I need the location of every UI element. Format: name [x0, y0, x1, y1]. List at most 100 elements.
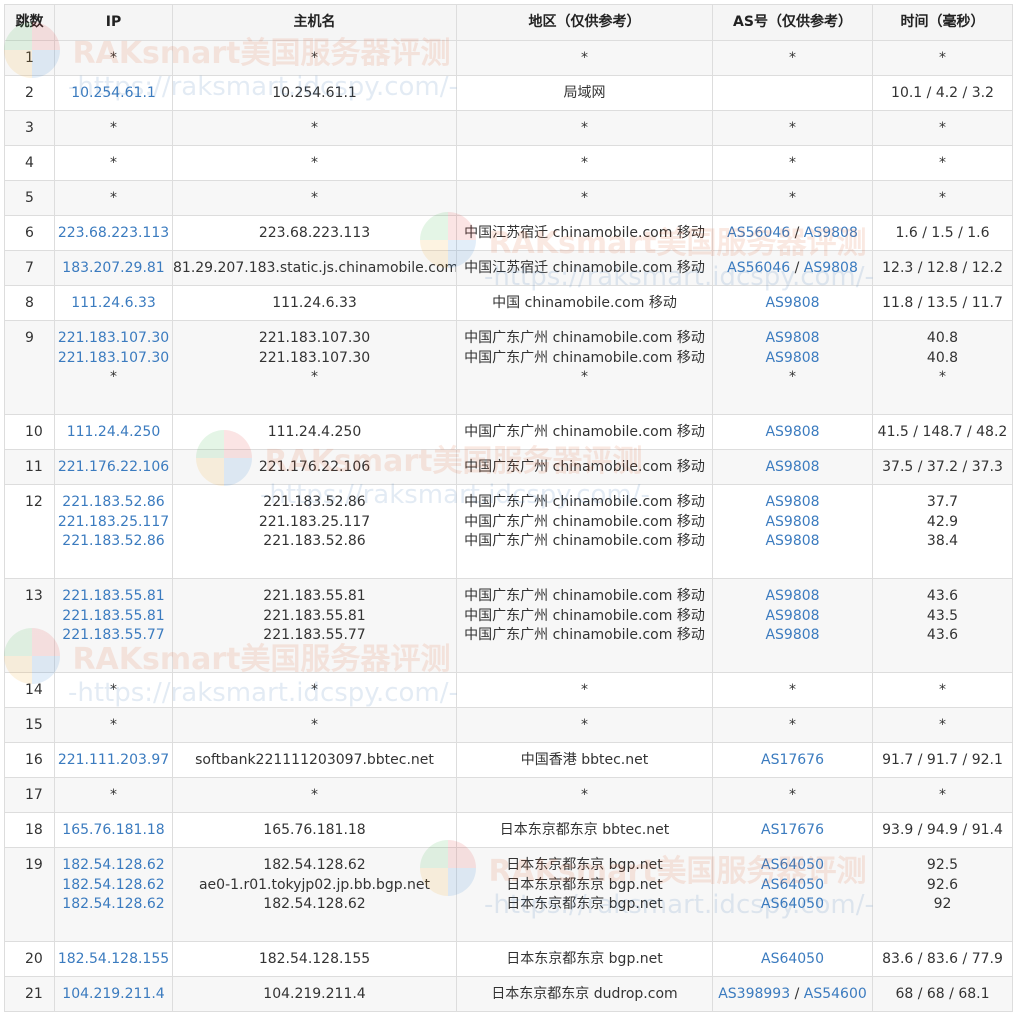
table-row: 1 * * * * * — [4, 40, 1013, 76]
ip-link[interactable]: 183.207.29.81 — [56, 259, 172, 279]
region-cell: * — [456, 110, 713, 146]
as-link[interactable]: AS64050 — [761, 896, 824, 912]
hop-number: 13 — [25, 588, 43, 604]
time-text: 92.6 — [926, 876, 959, 893]
region-cell: 中国 chinamobile.com 移动 — [456, 285, 713, 321]
ip-link[interactable]: 10.254.61.1 — [56, 84, 172, 104]
as-link[interactable]: AS9808 — [765, 350, 819, 366]
table-row: 11 221.176.22.106 221.176.22.106 中国广东广州 chi… — [4, 449, 1013, 485]
hostname-cell: * — [172, 672, 457, 708]
as-link[interactable]: AS9808 — [765, 330, 819, 346]
ip-link[interactable]: 221.183.52.86 — [56, 532, 172, 552]
ip-link[interactable]: 111.24.4.250 — [56, 423, 172, 443]
ip-link[interactable]: 221.183.55.81 — [56, 607, 172, 627]
ip-link[interactable]: 221.183.52.86 — [56, 493, 172, 513]
table-row: 17 * * * * * — [4, 777, 1013, 813]
hostname-text: 221.183.52.86 — [263, 533, 366, 549]
region-text: 中国江苏宿迁 chinamobile.com 移动 — [464, 225, 705, 241]
as-link[interactable]: AS17676 — [761, 752, 824, 768]
as-link[interactable]: AS9808 — [765, 514, 819, 530]
as-link[interactable]: AS64050 — [761, 951, 824, 967]
region-cell: 中国广东广州 chinamobile.com 移动 中国广东广州 chinamob… — [456, 578, 713, 673]
time-text: 10.1 / 4.2 / 3.2 — [891, 85, 994, 101]
as-link[interactable]: AS398993 — [718, 986, 790, 1002]
region-cell: * — [456, 145, 713, 181]
column-header-region: 地区（仅供参考） — [456, 4, 713, 41]
ip-link[interactable]: 221.183.107.30 — [56, 329, 172, 349]
time-cell: * — [872, 777, 1013, 813]
hop-cell: 15 — [4, 707, 55, 743]
hostname-cell: 104.219.211.4 — [172, 976, 457, 1012]
ip-link[interactable]: 221.183.25.117 — [56, 513, 172, 533]
hostname-cell: 221.183.107.30 221.183.107.30 * — [172, 320, 457, 415]
time-cell: * — [872, 145, 1013, 181]
as-line: AS9808 — [714, 607, 872, 627]
as-link[interactable]: AS54600 — [804, 986, 867, 1002]
as-cell: AS398993 / AS54600 — [712, 976, 873, 1012]
as-link[interactable]: AS9808 — [765, 608, 819, 624]
traceroute-table-container: 跳数 IP 主机名 地区（仅供参考） AS号（仅供参考） 时间（毫秒） 1 * * *… — [4, 4, 1013, 1012]
ip-link[interactable]: 104.219.211.4 — [56, 985, 172, 1005]
ip-link[interactable]: 182.54.128.62 — [56, 876, 172, 896]
hop-cell: 1 — [4, 40, 55, 76]
as-link[interactable]: AS9808 — [765, 588, 819, 604]
ip-link[interactable]: 111.24.6.33 — [56, 294, 172, 314]
ip-link[interactable]: 165.76.181.18 — [56, 821, 172, 841]
hop-cell: 5 — [4, 180, 55, 216]
as-link[interactable]: AS64050 — [761, 857, 824, 873]
hostname-text: * — [311, 717, 318, 733]
table-body: 1 * * * * * 2 10.254.61.1 10.254.61.1 局域网 10.1 / … — [4, 40, 1013, 1012]
as-line: AS9808 — [714, 587, 872, 607]
ip-link[interactable]: 221.183.107.30 — [56, 349, 172, 369]
hop-cell: 8 — [4, 285, 55, 321]
as-separator: / — [790, 225, 804, 241]
ip-link[interactable]: 221.176.22.106 — [56, 458, 172, 478]
table-row: 2 10.254.61.1 10.254.61.1 局域网 10.1 / 4.2 / … — [4, 75, 1013, 111]
as-link[interactable]: AS56046 — [727, 225, 790, 241]
as-link[interactable]: AS9808 — [804, 260, 858, 276]
hostname-text: * — [311, 50, 318, 66]
as-link[interactable]: AS9808 — [765, 424, 819, 440]
as-line: * — [714, 154, 872, 174]
table-row: 8 111.24.6.33 111.24.6.33 中国 chinamobile.co… — [4, 285, 1013, 321]
region-cell: * — [456, 40, 713, 76]
as-link[interactable]: AS17676 — [761, 822, 824, 838]
as-cell: * — [712, 777, 873, 813]
as-cell: * — [712, 40, 873, 76]
ip-link[interactable]: 182.54.128.155 — [56, 950, 172, 970]
ip-link[interactable]: 182.54.128.62 — [56, 895, 172, 915]
as-link[interactable]: AS9808 — [765, 459, 819, 475]
ip-link[interactable]: 221.111.203.97 — [56, 751, 172, 771]
as-link[interactable]: AS9808 — [765, 295, 819, 311]
time-text: * — [939, 120, 946, 136]
as-cell: AS64050 — [712, 941, 873, 977]
region-cell: 局域网 — [456, 75, 713, 111]
ip-cell: 111.24.6.33 — [54, 285, 173, 321]
ip-link[interactable]: 223.68.223.113 — [56, 224, 172, 244]
time-text: * — [939, 369, 946, 385]
hostname-cell: * — [172, 40, 457, 76]
hop-number: 3 — [25, 120, 34, 136]
as-cell: AS9808 — [712, 285, 873, 321]
as-line: * — [714, 119, 872, 139]
hop-cell: 12 — [4, 484, 55, 579]
as-link[interactable]: AS9808 — [765, 494, 819, 510]
as-line: AS9808 — [714, 294, 872, 314]
ip-link[interactable]: 182.54.128.62 — [56, 856, 172, 876]
as-link[interactable]: AS64050 — [761, 877, 824, 893]
as-link[interactable]: AS9808 — [804, 225, 858, 241]
hostname-text: 221.176.22.106 — [258, 459, 371, 475]
as-link[interactable]: AS9808 — [765, 627, 819, 643]
as-link[interactable]: AS56046 — [727, 260, 790, 276]
column-header-as-number: AS号（仅供参考） — [712, 4, 873, 41]
hop-cell: 16 — [4, 742, 55, 778]
ip-link[interactable]: 221.183.55.77 — [56, 626, 172, 646]
ip-link[interactable]: 221.183.55.81 — [56, 587, 172, 607]
time-cell: * — [872, 110, 1013, 146]
time-text: 42.9 — [926, 513, 959, 530]
region-text: * — [581, 155, 588, 171]
hop-number: 11 — [25, 459, 43, 475]
hostname-cell: * — [172, 777, 457, 813]
as-link[interactable]: AS9808 — [765, 533, 819, 549]
table-row: 5 * * * * * — [4, 180, 1013, 216]
